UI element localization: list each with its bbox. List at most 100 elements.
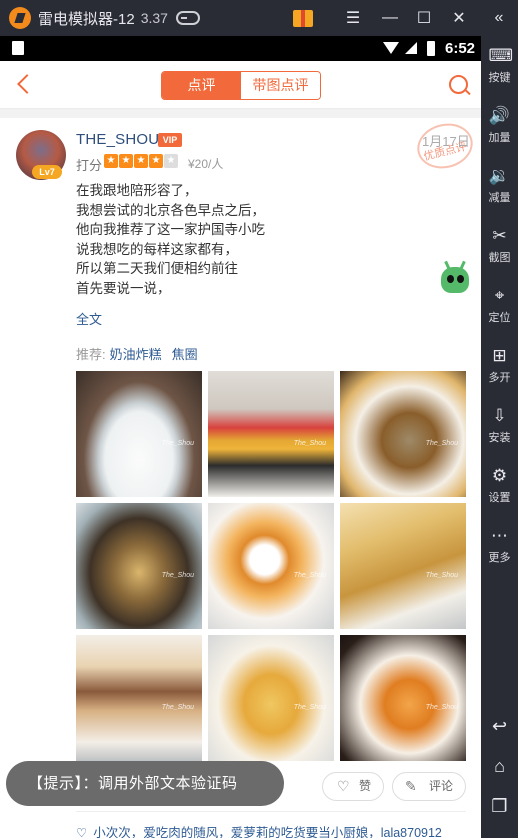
- sidebar-item-volume-up[interactable]: 🔊 加量: [481, 106, 518, 145]
- price-per-person: ¥20/人: [188, 157, 224, 171]
- star-filled-icon: ★: [119, 154, 133, 168]
- photo-cream-fritter[interactable]: The_Shou: [208, 635, 334, 761]
- sidebar-item-multi[interactable]: ⊞ 多开: [481, 346, 518, 385]
- recommend-dish[interactable]: 奶油炸糕: [110, 347, 162, 362]
- sidebar-item-label: 安装: [488, 432, 511, 444]
- photo-watermark: The_Shou: [425, 572, 458, 579]
- star-filled-icon: ★: [134, 154, 148, 168]
- battery-icon: [427, 41, 435, 56]
- like-button[interactable]: ♡ 赞: [322, 772, 384, 801]
- likers-names: 小次次，爱吃肉的随风，爱萝莉的吃货要当小厨娘，lala870912: [93, 826, 442, 838]
- level-badge: Lv7: [32, 165, 62, 179]
- photo-fried-rings-plate[interactable]: The_Shou: [340, 635, 466, 761]
- photo-watermark: The_Shou: [161, 440, 194, 447]
- collapse-sidebar-button[interactable]: «: [486, 6, 512, 30]
- sidebar-item-settings[interactable]: ⚙ 设置: [481, 466, 518, 505]
- tab-reviews[interactable]: 点评: [162, 72, 241, 99]
- star-empty-icon: ★: [164, 154, 178, 168]
- review-line: 首先要说一说，: [76, 280, 171, 296]
- photo-watermark: The_Shou: [293, 704, 326, 711]
- review-tab-switch: 点评 带图点评: [161, 71, 321, 100]
- recommend-label: 推荐:: [76, 347, 106, 362]
- toast-message: 【提示】：调用外部文本验证码: [6, 761, 284, 806]
- sidebar-item-label: 按键: [488, 72, 511, 84]
- search-button[interactable]: [447, 73, 473, 99]
- minimize-button[interactable]: —: [377, 6, 403, 30]
- emulator-titlebar: 雷电模拟器-12 3.37 ☰ — ☐ ✕ «: [0, 0, 518, 36]
- emulator-logo-icon: [9, 7, 31, 29]
- review-line: 在我跟地陪形容了，: [76, 183, 198, 198]
- recommended-dishes: 推荐: 奶油炸糕 焦圈: [76, 344, 198, 363]
- sidebar-item-location[interactable]: ⌖ 定位: [481, 286, 518, 325]
- review-line: 所以第二天我们便相约前往: [76, 261, 238, 276]
- gamepad-icon[interactable]: [175, 11, 200, 25]
- sidebar-item-label: 定位: [488, 312, 511, 324]
- photo-stew-bowl[interactable]: The_Shou: [76, 503, 202, 629]
- emulator-title: 雷电模拟器-12: [38, 10, 135, 28]
- sidebar-item-more[interactable]: ⋯ 更多: [481, 526, 518, 565]
- photo-watermark: The_Shou: [161, 572, 194, 579]
- recommend-dish[interactable]: 焦圈: [172, 347, 198, 362]
- sidebar-item-label: 多开: [488, 372, 511, 384]
- divider: [0, 109, 481, 118]
- android-status-bar: 6:52: [0, 36, 481, 61]
- tab-photo-reviews[interactable]: 带图点评: [241, 72, 320, 99]
- keyboard-icon: ⌨: [488, 46, 514, 65]
- heart-icon: ♡: [337, 778, 350, 794]
- app-screen: 点评 带图点评 Lv7 THE_SHOU VIP 打分 ★ ★ ★ ★ ★ ¥20/人 …: [0, 61, 481, 838]
- review-text: 在我跟地陪形容了， 我想尝试的北京各色早点之后， 他向我推荐了这一家护国寺小吃 …: [76, 181, 436, 298]
- photo-douzhi-bowl[interactable]: The_Shou: [340, 371, 466, 497]
- sidebar-item-install[interactable]: ⇩ 安装: [481, 406, 518, 445]
- sidebar-item-label: 加量: [488, 132, 511, 144]
- star-filled-icon: ★: [149, 154, 163, 168]
- volume-down-icon: 🔉: [488, 166, 511, 185]
- review-line: 我想尝试的北京各色早点之后，: [76, 202, 265, 218]
- signal-icon: [405, 42, 417, 54]
- status-time: 6:52: [445, 40, 476, 57]
- review-line: 说我想吃的每样这家都有，: [76, 241, 238, 257]
- photo-stuffed-pancake[interactable]: The_Shou: [76, 635, 202, 761]
- sidebar-item-label: 设置: [488, 492, 511, 504]
- comment-button[interactable]: ✎ 评论: [392, 772, 466, 801]
- sidebar-item-volume-down[interactable]: 🔉 减量: [481, 166, 518, 205]
- review-username[interactable]: THE_SHOU: [76, 131, 159, 148]
- photo-watermark: The_Shou: [425, 440, 458, 447]
- apk-install-icon: ⇩: [492, 406, 507, 425]
- volume-up-icon: 🔊: [488, 106, 511, 125]
- back-button[interactable]: [14, 73, 38, 97]
- photo-fried-ring[interactable]: The_Shou: [208, 503, 334, 629]
- recent-apps-button[interactable]: ❐: [481, 796, 518, 817]
- photo-watermark: The_Shou: [161, 704, 194, 711]
- scissors-icon: ✂: [492, 226, 507, 245]
- gear-icon: ⚙: [491, 466, 508, 485]
- notification-icon: [12, 41, 24, 55]
- multi-window-icon: ⊞: [492, 346, 507, 365]
- gift-icon: [293, 9, 313, 27]
- vip-badge: VIP: [158, 133, 182, 147]
- sidebar-item-keys[interactable]: ⌨ 按键: [481, 46, 518, 85]
- likers-list[interactable]: ♡ 小次次，爱吃肉的随风，爱萝莉的吃货要当小厨娘，lala870912: [76, 822, 466, 838]
- emulator-window: 雷电模拟器-12 3.37 ☰ — ☐ ✕ « 6:52 ⌨ 按键 🔊 加量 🔉…: [0, 0, 518, 838]
- emulator-version: 3.37: [140, 10, 168, 26]
- full-text-link[interactable]: 全文: [76, 309, 102, 328]
- heart-icon: ♡: [76, 826, 88, 838]
- gift-button[interactable]: [290, 6, 316, 30]
- photo-watermark: The_Shou: [293, 440, 326, 447]
- rating-stars: ★ ★ ★ ★ ★: [104, 154, 179, 168]
- sidebar-item-screenshot[interactable]: ✂ 截图: [481, 226, 518, 265]
- maximize-button[interactable]: ☐: [411, 6, 437, 30]
- close-button[interactable]: ✕: [446, 6, 472, 30]
- back-nav-button[interactable]: ↩: [481, 716, 518, 737]
- review-line: 他向我推荐了这一家护国寺小吃: [76, 222, 265, 237]
- wifi-icon: [383, 42, 399, 54]
- menu-button[interactable]: ☰: [340, 6, 366, 30]
- photo-layered-cake[interactable]: The_Shou: [208, 371, 334, 497]
- comment-edit-icon: ✎: [405, 778, 417, 794]
- home-nav-button[interactable]: ⌂: [481, 756, 518, 777]
- photo-fried-pancake[interactable]: The_Shou: [340, 503, 466, 629]
- emulator-sidebar: ⌨ 按键 🔊 加量 🔉 减量 ✂ 截图 ⌖ 定位 ⊞ 多开 ⇩ 安装 ⚙ 设置 …: [481, 36, 518, 838]
- photo-tofu-soup[interactable]: The_Shou: [76, 371, 202, 497]
- sidebar-item-label: 截图: [488, 252, 511, 264]
- android-robot-icon[interactable]: [437, 260, 473, 301]
- sidebar-item-label: 更多: [488, 552, 511, 564]
